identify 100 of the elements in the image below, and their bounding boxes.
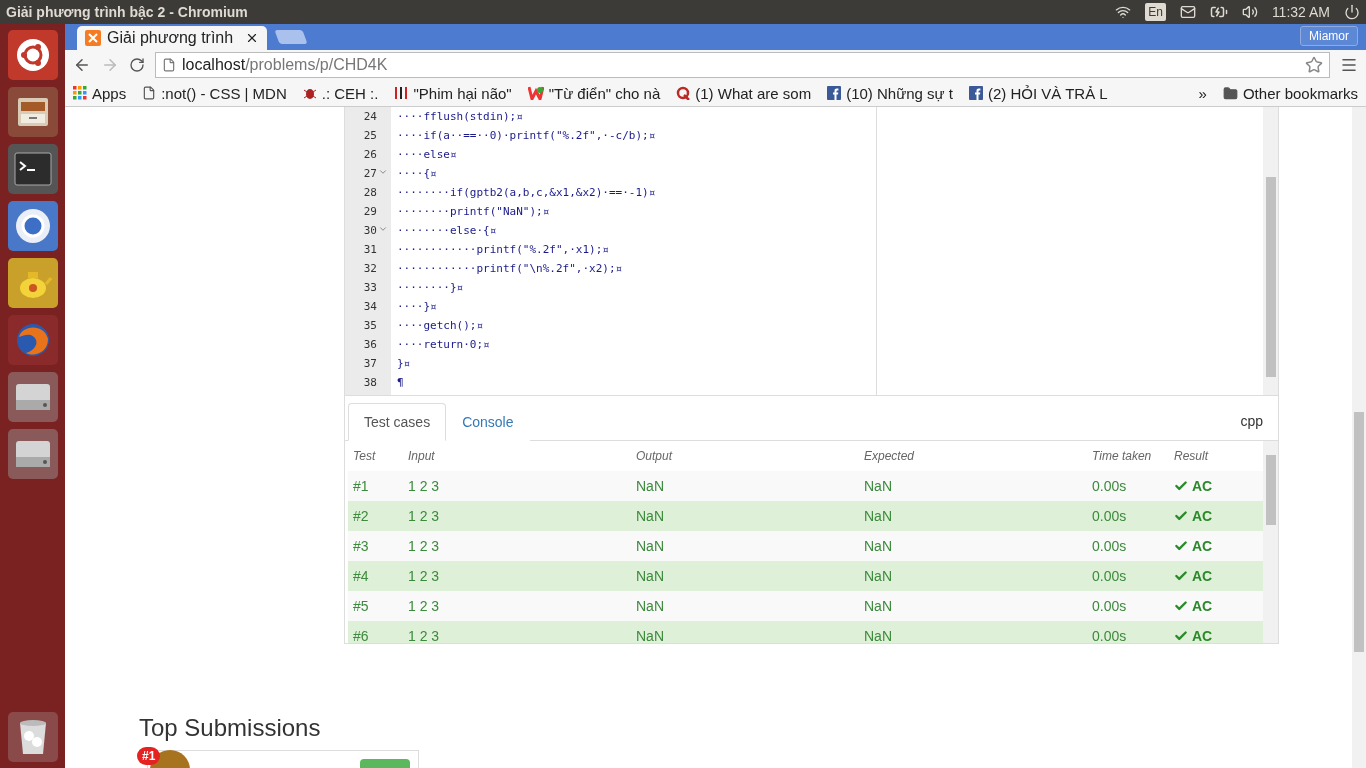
more-bookmarks-chevron[interactable]: »: [1198, 84, 1207, 102]
table-cell-text: #4: [352, 568, 370, 584]
line-number: 38: [362, 375, 378, 391]
code-line: ····getch();¤: [396, 318, 485, 334]
table-cell-text: #5: [352, 598, 370, 614]
bookmark[interactable]: "Từ điển" cho nà: [527, 84, 661, 102]
close-icon[interactable]: [245, 31, 259, 45]
profile-button[interactable]: Miamor: [1300, 26, 1358, 46]
line-number: 33: [362, 280, 378, 296]
line-number: 27: [345, 164, 391, 183]
other-bookmarks[interactable]: Other bookmarks: [1222, 84, 1358, 102]
apps-grid-icon: [73, 86, 87, 100]
clock[interactable]: 11:32 AM: [1271, 4, 1330, 20]
page-icon: [142, 86, 157, 100]
bookmark[interactable]: Apps: [73, 84, 127, 102]
line-number: 36: [362, 337, 378, 353]
trash-icon[interactable]: [7, 712, 58, 762]
line-number: 37: [362, 356, 378, 372]
bookmark[interactable]: "Phim hại não": [394, 84, 512, 102]
code-line: ····if(a··==··0)·printf("%.2f",·-c/b);¤: [396, 128, 657, 144]
mail-icon[interactable]: [1179, 4, 1196, 20]
column-header: Output: [635, 449, 674, 463]
ubuntu-icon[interactable]: [7, 30, 58, 80]
table-cell-text: NaN: [635, 598, 665, 614]
line-number: 34: [362, 299, 378, 315]
line-number: 26: [362, 147, 378, 163]
table-cell-text: NaN: [863, 508, 893, 524]
result-cell: AC: [1169, 508, 1263, 524]
code-line: ····fflush(stdin);¤: [396, 109, 524, 125]
code-line: ············printf("\n%.2f",·x2);¤: [396, 261, 624, 277]
keyboard-layout-indicator[interactable]: En: [1145, 3, 1166, 21]
menu-icon[interactable]: [1340, 56, 1358, 74]
line-number: 28: [362, 185, 378, 201]
result-cell: AC: [1169, 568, 1263, 584]
line-number: 29: [362, 204, 378, 220]
table-cell-text: #1: [352, 478, 370, 494]
table-cell-text: #2: [352, 508, 370, 524]
code-line: ········else·{¤: [396, 223, 498, 239]
browser-tab[interactable]: Giải phương trình: [77, 26, 267, 50]
check-icon: [1174, 539, 1188, 553]
page-scrollbar[interactable]: [1352, 107, 1366, 768]
line-number: 24: [362, 109, 378, 125]
code-line: ············printf("%.2f",·x1);¤: [396, 242, 610, 258]
language-label: cpp: [1240, 413, 1264, 429]
table-cell-text: NaN: [863, 598, 893, 614]
table-cell-text: NaN: [635, 508, 665, 524]
bookmark[interactable]: :not() - CSS | MDN: [142, 84, 287, 102]
facebook-icon: [827, 86, 842, 100]
panel-tab[interactable]: Test cases: [348, 403, 447, 441]
folder-icon: [1222, 85, 1238, 101]
scrollbar[interactable]: [1263, 107, 1278, 395]
url-path: /problems/p/CHD4K: [245, 56, 388, 74]
bug-icon: [302, 86, 317, 100]
line-number: 25: [362, 128, 378, 144]
terminal-icon[interactable]: [7, 144, 58, 194]
page-favicon: [85, 30, 101, 46]
bookmark-star-icon[interactable]: [1305, 56, 1323, 74]
drive-icon[interactable]: [7, 372, 58, 422]
table-cell-text: 0.00s: [1091, 478, 1128, 494]
wifi-icon[interactable]: [1115, 4, 1132, 20]
table-cell-text: NaN: [635, 538, 665, 554]
address-bar[interactable]: localhost/problems/p/CHD4K: [155, 52, 1330, 78]
code-line: ········printf("NaN");¤: [396, 204, 551, 220]
line-number: 31: [362, 242, 378, 258]
table-cell-text: NaN: [635, 478, 665, 494]
power-icon[interactable]: [1344, 4, 1360, 20]
scrollbar[interactable]: [1263, 441, 1278, 643]
code-line: ····else¤: [396, 147, 458, 163]
drive-icon[interactable]: [7, 429, 58, 479]
reload-icon[interactable]: [129, 57, 145, 73]
file-cabinet-icon[interactable]: [7, 87, 58, 137]
check-icon: [1174, 569, 1188, 583]
code-line: ····{¤: [396, 166, 438, 182]
result-cell: AC: [1169, 538, 1263, 554]
code-line: ········}¤: [396, 280, 465, 296]
table-cell-text: NaN: [863, 478, 893, 494]
code-line: ····}¤: [396, 299, 438, 315]
column-header: Input: [407, 449, 436, 463]
bookmark[interactable]: .: CEH :.: [302, 84, 379, 102]
section-heading: Top Submissions: [139, 714, 322, 742]
table-cell-text: 1 2 3: [407, 568, 441, 584]
table-cell-text: 1 2 3: [407, 478, 441, 494]
table-cell-text: 0.00s: [1091, 538, 1128, 554]
table-cell-text: #6: [352, 628, 370, 643]
chromium-icon[interactable]: [7, 201, 58, 251]
volume-icon[interactable]: [1241, 4, 1258, 20]
table-cell-text: NaN: [863, 628, 893, 643]
code-line: ¶: [396, 375, 405, 391]
bookmark[interactable]: (1) What are som: [676, 84, 812, 102]
line-number: 32: [362, 261, 378, 277]
result-cell: AC: [1169, 598, 1263, 614]
firefox-icon[interactable]: [7, 315, 58, 365]
bookmark[interactable]: (10) Những sự t: [827, 84, 953, 102]
table-cell-text: NaN: [635, 628, 665, 643]
teapot-icon[interactable]: [7, 258, 58, 308]
table-cell-text: 0.00s: [1091, 568, 1128, 584]
bookmark[interactable]: (2) HỎI VÀ TRẢ L: [968, 84, 1108, 102]
table-cell-text: 1 2 3: [407, 628, 441, 643]
back-icon[interactable]: [73, 56, 91, 74]
column-header: Result: [1173, 449, 1210, 463]
